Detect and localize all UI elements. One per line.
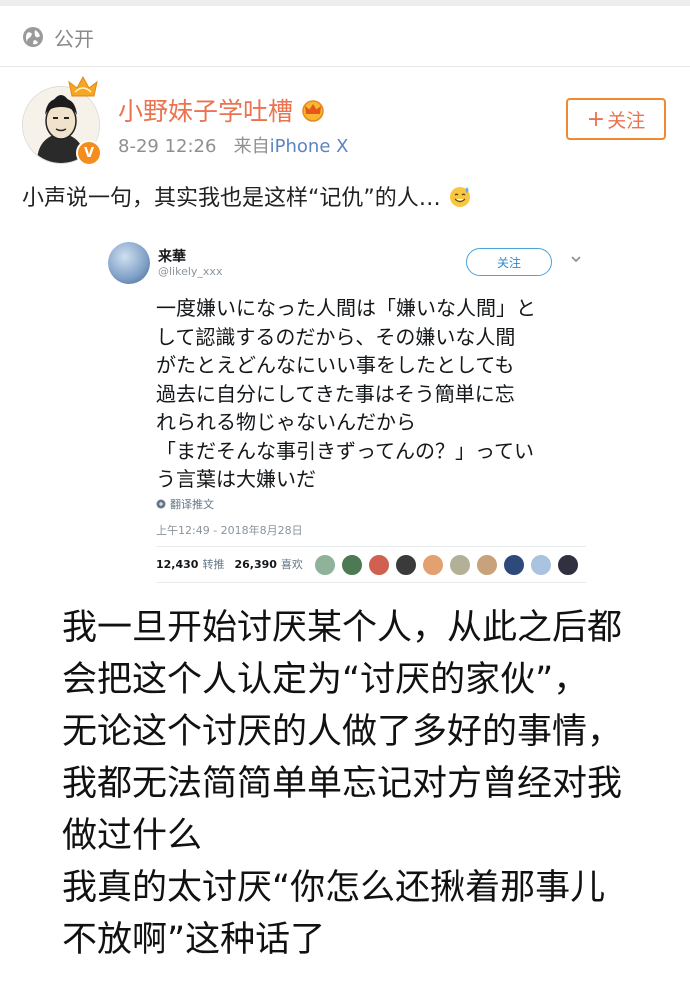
liker-avatar bbox=[449, 554, 471, 576]
post-text-row: 小声说一句，其实我也是这样“记仇”的人… bbox=[22, 180, 473, 212]
crown-icon bbox=[302, 100, 324, 122]
globe-icon bbox=[23, 27, 43, 47]
top-strip bbox=[0, 0, 690, 6]
tweet-like-label: 喜欢 bbox=[280, 558, 303, 571]
tweet-line: がたとえどんなにいい事をしたとしても bbox=[156, 353, 515, 377]
author-avatar[interactable]: V bbox=[22, 75, 102, 166]
tweet-retweet-count: 12,430 bbox=[156, 557, 199, 571]
tweet-line: 一度嫌いになった人間は「嫌いな人間」と bbox=[156, 296, 536, 320]
follow-button-label: 关注 bbox=[607, 109, 646, 132]
translation-line: 我真的太讨厌“你怎么还揪着那事儿 bbox=[62, 868, 606, 908]
tweet-follow-button: 关注 bbox=[466, 248, 552, 276]
tweet-stats: 12,430 转推 26,390 喜欢 bbox=[156, 556, 303, 572]
crown-icon bbox=[68, 75, 98, 97]
translation-line: 我一旦开始讨厌某个人，从此之后都 bbox=[62, 608, 623, 648]
post-meta: 8-29 12:26 来自iPhone X bbox=[118, 132, 348, 158]
verified-badge-icon: V bbox=[76, 140, 102, 166]
liker-avatar bbox=[422, 554, 444, 576]
source-prefix: 来自 bbox=[233, 136, 270, 157]
visibility-label: 公开 bbox=[54, 26, 94, 51]
tweet-author-name: 来華 bbox=[158, 249, 186, 265]
header-divider bbox=[0, 66, 690, 67]
tweet-line: う言葉は大嫌いだ bbox=[156, 467, 316, 491]
author-name[interactable]: 小野妹子学吐槽 bbox=[118, 92, 293, 128]
tweet-line: 過去に自分にしてきた事はそう簡単に忘 bbox=[156, 381, 515, 406]
tweet-translate: 翻译推文 bbox=[156, 496, 214, 512]
translate-icon bbox=[156, 499, 166, 509]
author-name-row: 小野妹子学吐槽 bbox=[118, 92, 327, 128]
sweat-smile-emoji-icon bbox=[449, 187, 470, 207]
tweet-like-count: 26,390 bbox=[234, 557, 277, 571]
post-text: 小声说一句，其实我也是这样“记仇”的人… bbox=[22, 186, 441, 211]
tweet-author-handle: @likely_xxx bbox=[158, 265, 223, 278]
post-time: 8-29 12:26 bbox=[118, 136, 217, 157]
visibility-indicator: 公开 bbox=[22, 22, 94, 52]
liker-avatar bbox=[368, 554, 390, 576]
tweet-translate-label: 翻译推文 bbox=[170, 498, 214, 511]
liker-avatar bbox=[314, 554, 336, 576]
embedded-tweet-image[interactable]: 来華 @likely_xxx 关注 一度嫌いになった人間は「嫌いな人間」と して… bbox=[100, 232, 596, 592]
tweet-retweet-label: 转推 bbox=[202, 558, 225, 571]
liker-avatar bbox=[503, 554, 525, 576]
translation-line: 会把这个人认定为“讨厌的家伙”， bbox=[62, 660, 589, 700]
tweet-avatar bbox=[108, 242, 150, 284]
liker-avatar bbox=[341, 554, 363, 576]
translation-line: 我都无法简简单单忘记对方曾经对我 bbox=[62, 764, 623, 804]
liker-avatar bbox=[557, 554, 579, 576]
liker-avatar bbox=[530, 554, 552, 576]
plus-icon: + bbox=[586, 106, 606, 132]
tweet-body: 一度嫌いになった人間は「嫌いな人間」と して認識するのだから、その嫌いな人間 が… bbox=[156, 294, 596, 494]
translation-line: 做过什么 bbox=[62, 816, 203, 856]
tweet-line: れられる物じゃないんだから bbox=[156, 410, 416, 434]
translation-line: 无论这个讨厌的人做了多好的事情， bbox=[62, 712, 623, 752]
liker-avatar bbox=[395, 554, 417, 576]
tweet-line: 「まだそんな事引きずってんの？」ってい bbox=[156, 438, 534, 463]
tweet-divider bbox=[156, 582, 586, 583]
post-source-link[interactable]: iPhone X bbox=[270, 136, 349, 157]
follow-button[interactable]: + 关注 bbox=[566, 98, 666, 140]
translation-line: 不放啊”这种话了 bbox=[62, 920, 326, 960]
tweet-timestamp: 上午12:49 - 2018年8月28日 bbox=[156, 524, 303, 537]
translation-text: 我一旦开始讨厌某个人，从此之后都 会把这个人认定为“讨厌的家伙”， 无论这个讨厌… bbox=[62, 602, 662, 966]
tweet-liker-avatars bbox=[314, 554, 584, 576]
chevron-down-icon bbox=[571, 256, 581, 263]
tweet-line: して認識するのだから、その嫌いな人間 bbox=[156, 324, 516, 349]
liker-avatar bbox=[476, 554, 498, 576]
tweet-divider bbox=[156, 546, 586, 547]
